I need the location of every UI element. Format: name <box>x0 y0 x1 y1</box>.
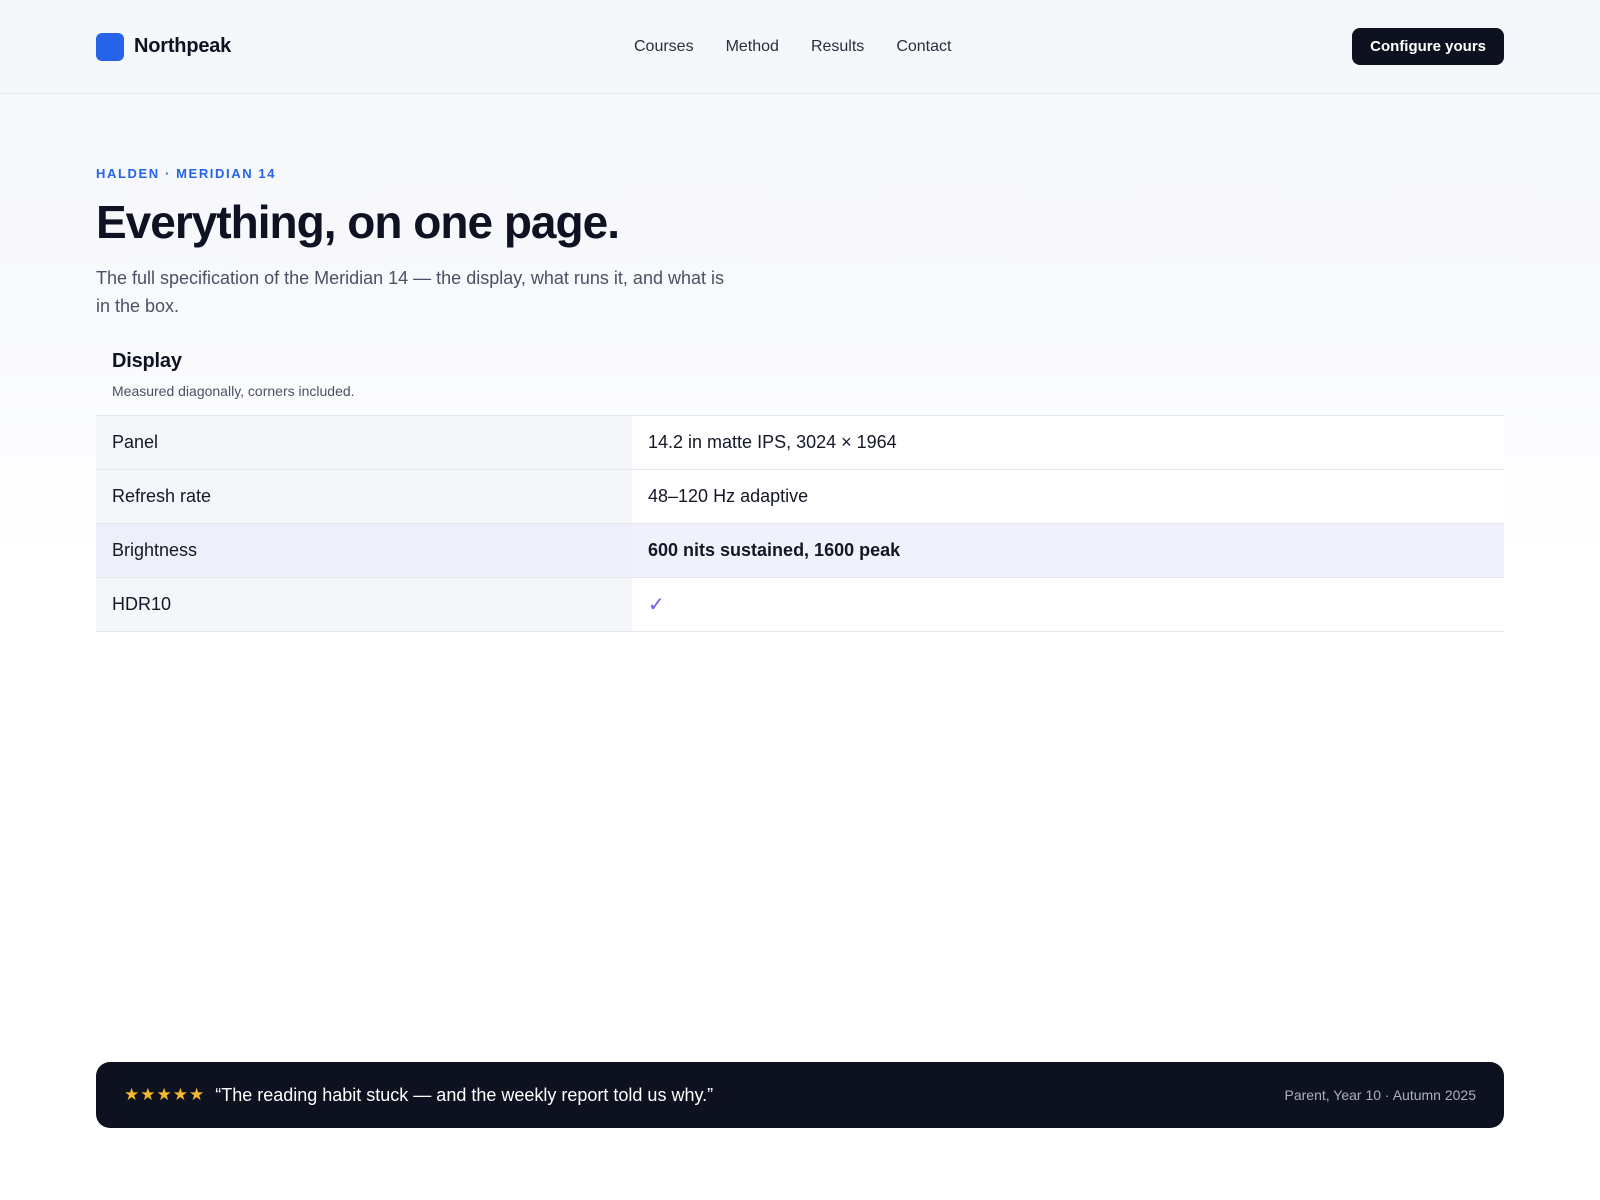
testimonial-banner: ★★★★★ “The reading habit stuck — and the… <box>96 1062 1504 1128</box>
spec-label: Refresh rate <box>96 469 632 524</box>
nav-link-method[interactable]: Method <box>726 38 779 56</box>
page-lede: The full specification of the Meridian 1… <box>96 267 724 316</box>
spec-value: ✓ <box>632 577 1504 632</box>
spec-title: Display <box>112 349 182 372</box>
spec-subtitle: Measured diagonally, corners included. <box>112 382 355 399</box>
spec-value: 14.2 in matte IPS, 3024 × 1964 <box>632 415 1504 470</box>
page-title: Everything, on one page. <box>96 196 620 248</box>
spec-header: Display Measured diagonally, corners inc… <box>96 350 1504 415</box>
star-rating-icon: ★★★★★ <box>124 1085 206 1104</box>
table-row: Refresh rate 48–120 Hz adaptive <box>96 469 1504 524</box>
eyebrow: HALDEN · MERIDIAN 14 <box>96 166 277 181</box>
nav-links: Courses Method Results Contact <box>634 0 951 94</box>
spec-value: 600 nits sustained, 1600 peak <box>632 523 1504 578</box>
table-row-highlighted: Brightness 600 nits sustained, 1600 peak <box>96 523 1504 578</box>
testimonial-attribution: Parent, Year 10 · Autumn 2025 <box>1284 1087 1476 1103</box>
table-row: HDR10 ✓ <box>96 577 1504 632</box>
brand-name: Northpeak <box>134 35 232 57</box>
check-icon: ✓ <box>648 593 665 616</box>
top-nav: Northpeak Courses Method Results Contact… <box>0 0 1600 94</box>
testimonial-quote: “The reading habit stuck — and the weekl… <box>215 1084 714 1105</box>
configure-button[interactable]: Configure yours <box>1352 28 1504 65</box>
hero: HALDEN · MERIDIAN 14 Everything, on one … <box>0 94 1600 320</box>
spec-table: Panel 14.2 in matte IPS, 3024 × 1964 Ref… <box>96 414 1504 632</box>
nav-link-results[interactable]: Results <box>811 38 864 56</box>
spec-label: Panel <box>96 415 632 470</box>
nav-link-courses[interactable]: Courses <box>634 38 694 56</box>
spec-label: HDR10 <box>96 577 632 632</box>
spec-section-display: Display Measured diagonally, corners inc… <box>96 350 1504 632</box>
nav-link-contact[interactable]: Contact <box>896 38 951 56</box>
table-row: Panel 14.2 in matte IPS, 3024 × 1964 <box>96 415 1504 470</box>
brand[interactable]: Northpeak <box>96 32 232 61</box>
logo-icon <box>96 32 124 61</box>
spec-value: 48–120 Hz adaptive <box>632 469 1504 524</box>
spec-label: Brightness <box>96 523 632 578</box>
